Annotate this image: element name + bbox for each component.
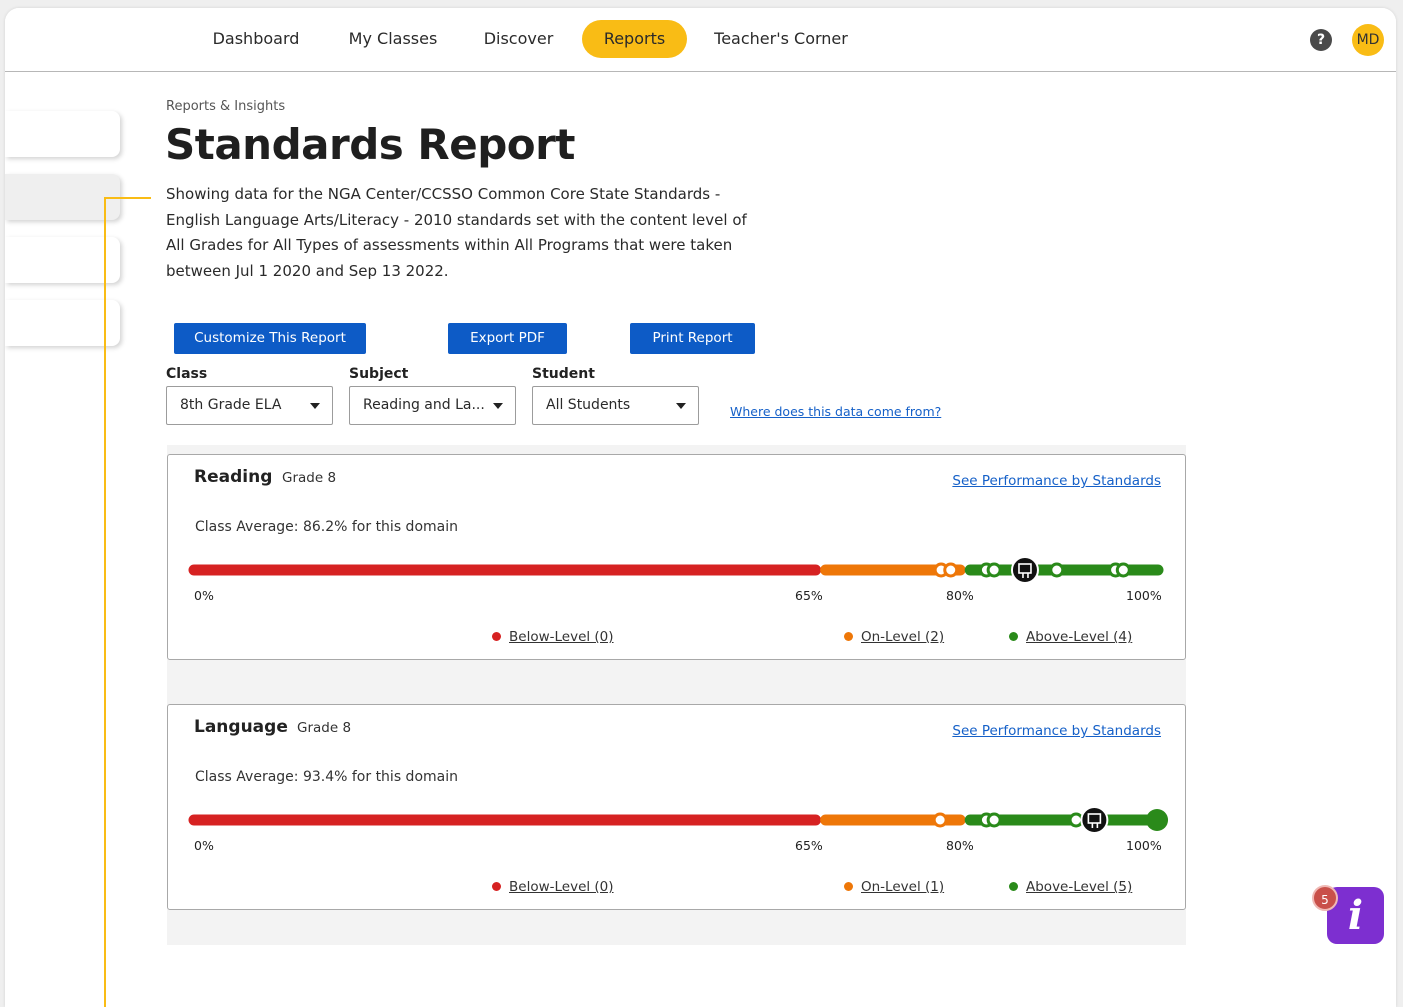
- class-select-value: 8th Grade ELA: [180, 397, 282, 413]
- domain-card-reading: Reading Grade 8 See Performance by Stand…: [167, 454, 1186, 660]
- domain-title: Reading: [194, 467, 273, 487]
- notification-badge: 5: [1312, 885, 1338, 911]
- legend-dot: [1009, 632, 1018, 641]
- legend-dot: [1009, 882, 1018, 891]
- student-point: [986, 562, 1002, 578]
- see-performance-link[interactable]: See Performance by Standards: [952, 723, 1161, 739]
- side-tab-1[interactable]: [5, 111, 120, 157]
- chevron-down-icon: [493, 403, 503, 409]
- class-average-icon: [1080, 806, 1109, 834]
- subject-select[interactable]: Reading and La...: [349, 386, 516, 425]
- page-title: Standards Report: [165, 120, 575, 169]
- breadcrumb: Reports & Insights: [166, 99, 286, 114]
- student-select[interactable]: All Students: [532, 386, 699, 425]
- nav-discover[interactable]: Discover: [471, 20, 566, 58]
- legend-label: Above-Level (4): [1026, 629, 1133, 645]
- tick-label: 100%: [1126, 838, 1162, 853]
- student-point: [1049, 562, 1065, 578]
- class-select[interactable]: 8th Grade ELA: [166, 386, 333, 425]
- legend-dot: [492, 632, 501, 641]
- subject-label: Subject: [349, 366, 409, 382]
- legend-dot: [844, 632, 853, 641]
- domain-grade: Grade 8: [282, 470, 337, 486]
- student-label: Student: [532, 366, 595, 382]
- customize-report-button[interactable]: Customize This Report: [174, 323, 366, 354]
- report-description: Showing data for the NGA Center/CCSSO Co…: [166, 185, 747, 280]
- tick-label: 100%: [1126, 588, 1162, 603]
- tick-label: 65%: [795, 588, 823, 603]
- side-tab-4[interactable]: [5, 300, 120, 346]
- domain-card-language: Language Grade 8 See Performance by Stan…: [167, 704, 1186, 910]
- nav-reports[interactable]: Reports: [582, 20, 687, 58]
- nav-teachers-corner[interactable]: Teacher's Corner: [705, 20, 857, 58]
- subject-select-value: Reading and La...: [363, 397, 485, 413]
- legend-label: Below-Level (0): [509, 629, 614, 645]
- legend-label: Above-Level (5): [1026, 879, 1133, 895]
- legend-above-level[interactable]: Above-Level (4): [1009, 629, 1132, 645]
- side-tab-3[interactable]: [5, 237, 120, 283]
- student-point: [1115, 562, 1131, 578]
- student-point: [986, 812, 1002, 828]
- student-point: [1146, 809, 1169, 831]
- side-tab-2[interactable]: [5, 174, 120, 220]
- data-source-link[interactable]: Where does this data come from?: [730, 404, 941, 419]
- class-average: Class Average: 86.2% for this domain: [195, 519, 458, 535]
- app-window: Dashboard My Classes Discover Reports Te…: [5, 8, 1396, 1007]
- legend-on-level[interactable]: On-Level (2): [844, 629, 944, 645]
- nav-dashboard[interactable]: Dashboard: [200, 20, 312, 58]
- see-performance-link[interactable]: See Performance by Standards: [952, 473, 1161, 489]
- legend-label: On-Level (2): [861, 629, 945, 645]
- legend-below-level[interactable]: Below-Level (0): [492, 879, 614, 895]
- annotation-line: [104, 197, 151, 199]
- domain-title: Language: [194, 717, 288, 737]
- legend-dot: [844, 882, 853, 891]
- avatar[interactable]: MD: [1352, 24, 1384, 56]
- tick-label: 0%: [194, 588, 214, 603]
- legend-above-level[interactable]: Above-Level (5): [1009, 879, 1132, 895]
- legend-dot: [492, 882, 501, 891]
- help-icon[interactable]: ?: [1310, 29, 1332, 51]
- domain-grade: Grade 8: [297, 720, 352, 736]
- performance-bar: [188, 556, 1164, 584]
- class-label: Class: [166, 366, 208, 382]
- student-point: [932, 812, 948, 828]
- annotation-line-vertical: [104, 197, 106, 1007]
- tick-label: 80%: [946, 838, 974, 853]
- legend-label: On-Level (1): [861, 879, 945, 895]
- class-average-marker: [1080, 806, 1109, 834]
- student-select-value: All Students: [546, 397, 631, 413]
- tick-label: 65%: [795, 838, 823, 853]
- tick-label: 80%: [946, 588, 974, 603]
- nav-my-classes[interactable]: My Classes: [338, 20, 448, 58]
- legend-below-level[interactable]: Below-Level (0): [492, 629, 614, 645]
- print-report-button[interactable]: Print Report: [630, 323, 755, 354]
- chevron-down-icon: [676, 403, 686, 409]
- chevron-down-icon: [310, 403, 320, 409]
- class-average-marker: [1010, 556, 1039, 584]
- class-average: Class Average: 93.4% for this domain: [195, 769, 458, 785]
- class-average-icon: [1010, 556, 1039, 584]
- performance-bar: [188, 806, 1169, 834]
- tick-label: 0%: [194, 838, 214, 853]
- student-point: [943, 562, 959, 578]
- legend-on-level[interactable]: On-Level (1): [844, 879, 944, 895]
- student-point: [1068, 812, 1084, 828]
- top-navigation: Dashboard My Classes Discover Reports Te…: [5, 8, 1396, 72]
- legend-label: Below-Level (0): [509, 879, 614, 895]
- export-pdf-button[interactable]: Export PDF: [448, 323, 567, 354]
